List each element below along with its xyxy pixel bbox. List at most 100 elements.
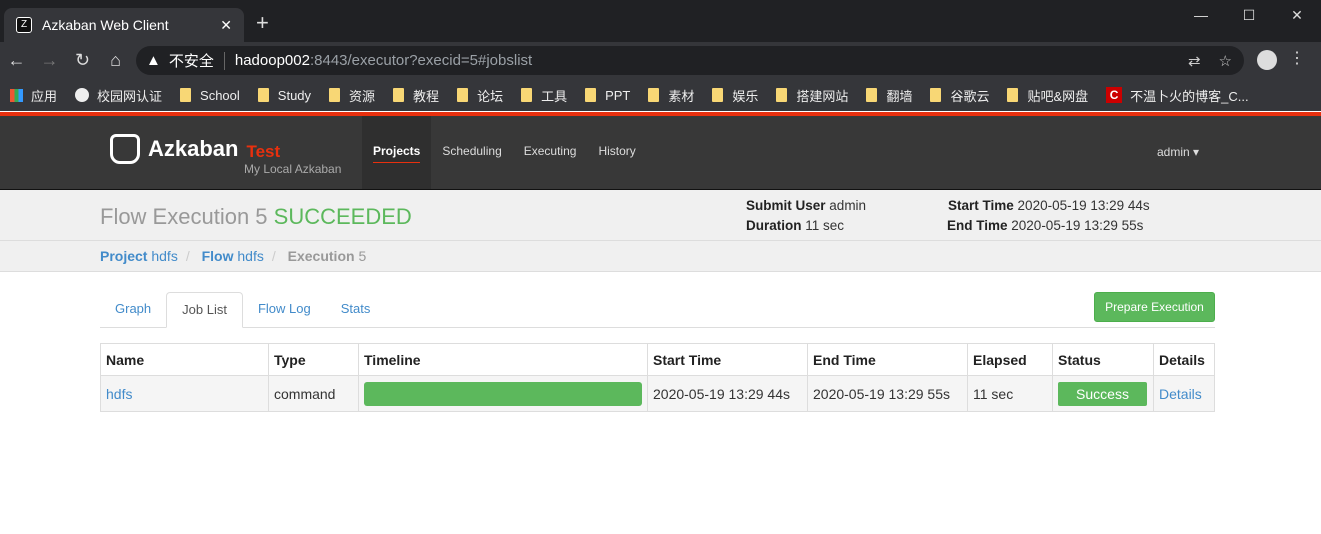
folder-icon <box>712 88 724 102</box>
bookmark[interactable]: 贴吧&网盘 <box>1007 86 1088 105</box>
minimize-icon[interactable]: — <box>1177 0 1225 30</box>
url-path: :8443/executor?execid=5#jobslist <box>309 52 533 69</box>
bookmark[interactable]: 校园网认证 <box>75 86 162 105</box>
folder-icon <box>393 88 405 102</box>
breadcrumb-project[interactable]: Project hdfs <box>100 248 178 264</box>
col-timeline: Timeline <box>358 343 648 376</box>
duration: Duration 11 sec <box>746 218 845 233</box>
job-name-link[interactable]: hdfs <box>106 386 132 402</box>
tabs: Graph Job List Flow Log Stats <box>100 292 1215 328</box>
start-time: Start Time 2020-05-19 13:29 44s <box>948 198 1150 213</box>
submit-user: Submit User admin <box>746 198 867 213</box>
col-name: Name <box>100 343 269 376</box>
url-host: hadoop002 <box>234 52 310 69</box>
new-tab-icon[interactable]: + <box>256 10 269 36</box>
bookmark[interactable]: Study <box>257 88 311 103</box>
tab-flow-log[interactable]: Flow Log <box>243 292 326 327</box>
close-tab-icon[interactable]: ✕ <box>220 17 232 34</box>
azkaban-logo-icon <box>110 134 140 164</box>
folder-icon <box>1007 88 1019 102</box>
bookmark[interactable]: 教程 <box>393 86 439 105</box>
bookmarks-bar: 应用 校园网认证 School Study 资源 教程 论坛 工具 PPT 素材… <box>0 79 1321 111</box>
col-status: Status <box>1052 343 1154 376</box>
csdn-icon: C <box>1106 87 1123 103</box>
folder-icon <box>930 88 942 102</box>
nav-scheduling[interactable]: Scheduling <box>431 116 512 189</box>
maximize-icon[interactable]: ☐ <box>1225 0 1273 30</box>
brand-subtitle: My Local Azkaban <box>244 162 342 176</box>
bookmark[interactable]: 谷歌云 <box>930 86 989 105</box>
folder-icon <box>866 88 878 102</box>
folder-icon <box>329 88 341 102</box>
bookmark[interactable]: School <box>180 88 240 103</box>
breadcrumb-execution: Execution 5 <box>287 248 367 264</box>
home-icon[interactable]: ⌂ <box>99 50 132 71</box>
folder-icon <box>180 88 192 102</box>
bookmark[interactable]: 工具 <box>521 86 567 105</box>
job-end: 2020-05-19 13:29 55s <box>807 375 968 412</box>
job-type: command <box>268 375 359 412</box>
breadcrumb: Project hdfs / Flow hdfs / Execution 5 <box>0 241 1321 272</box>
caret-down-icon: ▾ <box>1193 145 1200 159</box>
user-menu[interactable]: admin ▾ <box>1157 145 1199 159</box>
profile-icon[interactable] <box>1257 50 1277 70</box>
bookmark[interactable]: C 不温卜火的博客_C... <box>1106 86 1249 105</box>
bookmark[interactable]: 翻墙 <box>866 86 912 105</box>
apps-icon <box>10 88 23 102</box>
reload-icon[interactable]: ↻ <box>66 50 99 71</box>
prepare-execution-button[interactable]: Prepare Execution <box>1094 292 1215 322</box>
folder-icon <box>257 88 269 102</box>
bookmark[interactable]: PPT <box>585 88 630 103</box>
end-time: End Time 2020-05-19 13:29 55s <box>947 218 1144 233</box>
timeline-bar <box>364 381 642 406</box>
folder-icon <box>648 88 660 102</box>
flow-summary: Flow Execution 5 SUCCEEDED Submit User a… <box>0 190 1321 241</box>
close-window-icon[interactable]: ✕ <box>1273 0 1321 30</box>
col-start: Start Time <box>647 343 808 376</box>
col-elapsed: Elapsed <box>967 343 1053 376</box>
details-link[interactable]: Details <box>1159 386 1202 402</box>
app-header: Azkaban Test My Local Azkaban Projects Sc… <box>0 116 1321 190</box>
bookmark[interactable]: 娱乐 <box>712 86 758 105</box>
env-label: Test <box>246 142 281 161</box>
bookmark-apps[interactable]: 应用 <box>10 86 57 105</box>
bookmark[interactable]: 论坛 <box>457 86 503 105</box>
tab-graph[interactable]: Graph <box>100 292 166 327</box>
security-label: 不安全 <box>168 53 214 70</box>
browser-tab-bar: Z Azkaban Web Client ✕ + — ☐ ✕ <box>0 0 1321 42</box>
address-bar[interactable]: ▲ 不安全 hadoop002:8443/executor?execid=5#j… <box>136 46 1244 75</box>
translate-icon[interactable]: ⇄ <box>1188 52 1201 70</box>
bookmark[interactable]: 搭建网站 <box>776 86 848 105</box>
tab-stats[interactable]: Stats <box>326 292 386 327</box>
col-type: Type <box>268 343 359 376</box>
folder-icon <box>776 88 788 102</box>
page-title: Flow Execution 5 SUCCEEDED <box>100 204 412 229</box>
job-elapsed: 11 sec <box>967 375 1053 412</box>
azkaban-favicon-icon: Z <box>16 17 32 33</box>
status-badge: SUCCEEDED <box>273 204 412 229</box>
folder-icon <box>457 88 469 102</box>
menu-icon[interactable]: ⋮ <box>1289 48 1305 68</box>
nav-history[interactable]: History <box>587 116 646 189</box>
nav-executing[interactable]: Executing <box>513 116 588 189</box>
col-details: Details <box>1153 343 1215 376</box>
bookmark-star-icon[interactable]: ☆ <box>1219 52 1232 70</box>
folder-icon <box>521 88 533 102</box>
nav-projects[interactable]: Projects <box>362 116 432 189</box>
col-end: End Time <box>807 343 968 376</box>
breadcrumb-flow[interactable]: Flow hdfs <box>202 248 264 264</box>
brand-logo[interactable]: Azkaban Test <box>110 134 280 164</box>
main-nav: Projects Scheduling Executing History <box>362 116 647 189</box>
tab-job-list[interactable]: Job List <box>166 292 243 328</box>
job-list-table: Name Type Timeline Start Time End Time E… <box>100 343 1215 412</box>
forward-icon[interactable]: → <box>33 50 66 71</box>
bookmark[interactable]: 素材 <box>648 86 694 105</box>
globe-icon <box>75 88 90 102</box>
back-icon[interactable]: ← <box>0 50 33 71</box>
bookmark[interactable]: 资源 <box>329 86 375 105</box>
browser-tab[interactable]: Z Azkaban Web Client ✕ <box>4 8 244 42</box>
folder-icon <box>585 88 597 102</box>
table-row: hdfs command 2020-05-19 13:29 44s 2020-0… <box>100 375 1215 412</box>
job-start: 2020-05-19 13:29 44s <box>647 375 808 412</box>
tab-title: Azkaban Web Client <box>42 17 169 33</box>
